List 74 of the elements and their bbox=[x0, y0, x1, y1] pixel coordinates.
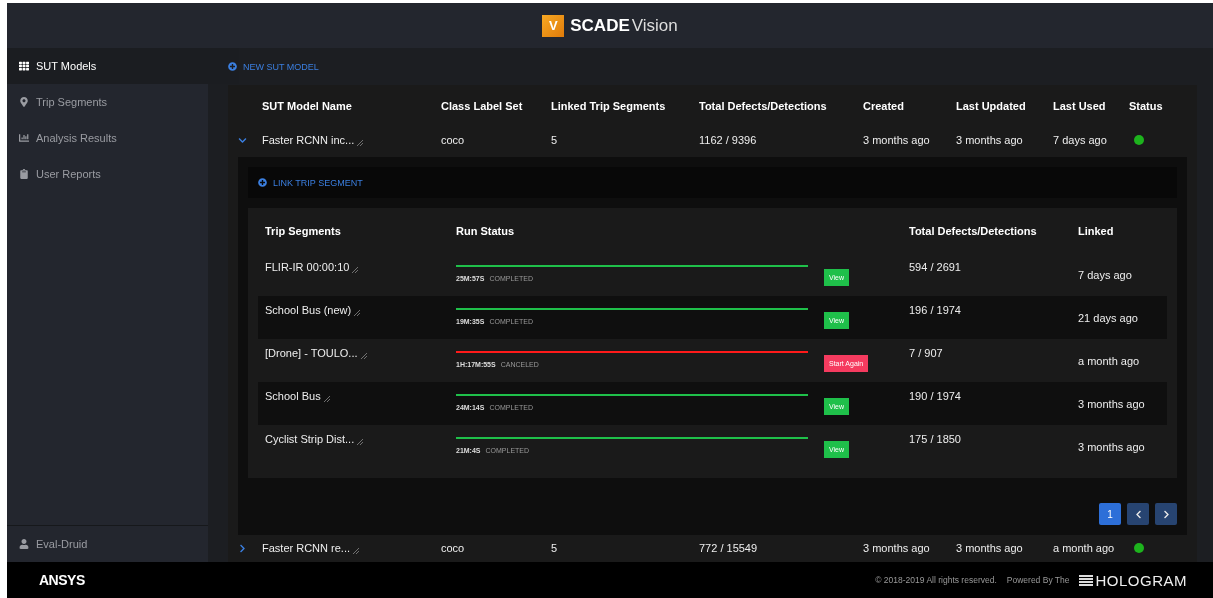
plus-icon bbox=[258, 178, 267, 187]
table-cell-text: 196 / 1974 bbox=[909, 303, 962, 318]
column-header: Linked Trip Segments bbox=[551, 100, 667, 112]
column-header: Total Defects/Detections bbox=[909, 224, 1038, 237]
table-cell-text: 7 / 907 bbox=[909, 346, 944, 361]
column-header: Last Updated bbox=[956, 100, 1027, 112]
column-header: Run Status bbox=[456, 224, 516, 237]
chevron-right-icon[interactable] bbox=[238, 543, 247, 553]
plus-icon bbox=[228, 62, 237, 71]
chevron-left-icon bbox=[1133, 509, 1143, 519]
table-cell-text: 3 months ago bbox=[956, 134, 1024, 146]
table-cell-text: 772 / 15549 bbox=[699, 542, 759, 554]
column-header: Trip Segments bbox=[265, 224, 342, 237]
resize-handle-icon bbox=[359, 352, 367, 359]
column-header: Class Label Set bbox=[441, 100, 524, 112]
table-cell-text: 7 days ago bbox=[1078, 268, 1133, 281]
chevron-right-icon bbox=[1161, 509, 1171, 519]
table-cell: School Bus bbox=[265, 382, 456, 425]
grid-icon bbox=[19, 61, 29, 71]
column-header: Created bbox=[863, 100, 905, 112]
table-cell: Cyclist Strip Dist... bbox=[265, 425, 456, 468]
column-header: Linked bbox=[1078, 224, 1115, 237]
table-cell: Faster RCNN re... bbox=[262, 542, 441, 554]
resize-handle-icon bbox=[352, 547, 359, 554]
column-header: SUT Model Name bbox=[262, 100, 353, 112]
resize-handle-icon bbox=[322, 395, 330, 402]
resize-handle-icon bbox=[351, 266, 359, 273]
logo-mark: V bbox=[542, 14, 565, 37]
brand-name: SCADE bbox=[570, 15, 630, 36]
table-cell-text: a month ago bbox=[1053, 542, 1116, 554]
table-cell-text: 3 months ago bbox=[1078, 397, 1146, 410]
resize-handle-icon bbox=[356, 139, 364, 146]
copyright-text: © 2018-2019 All rights reserved. bbox=[875, 575, 997, 585]
sidebar-item[interactable]: Trip Segments bbox=[7, 84, 208, 120]
user-icon bbox=[19, 539, 29, 549]
column-header: Last Used bbox=[1053, 100, 1107, 112]
column-header: Total Defects/Detections bbox=[699, 100, 828, 112]
hologram-logo: HOLOGRAM bbox=[1095, 571, 1187, 589]
sidebar-item[interactable]: User Reports bbox=[7, 156, 208, 192]
table-cell-text: 3 months ago bbox=[863, 542, 931, 554]
table-cell: [Drone] - TOULO... bbox=[265, 339, 456, 382]
table-cell-text: 5 bbox=[551, 134, 559, 146]
table-cell-text: 3 months ago bbox=[1078, 440, 1146, 453]
sidebar-item[interactable]: Analysis Results bbox=[7, 120, 208, 156]
table-cell: FLIR-IR 00:00:10 bbox=[265, 253, 456, 296]
table-cell-text: 1162 / 9396 bbox=[699, 134, 758, 146]
map-pin-icon bbox=[19, 97, 29, 107]
table-cell-text: a month ago bbox=[1078, 354, 1141, 367]
bar-chart-icon bbox=[19, 133, 29, 143]
table-cell-text: coco bbox=[441, 542, 466, 554]
table-cell-text: 3 months ago bbox=[863, 134, 931, 146]
brand-subtitle: Vision bbox=[631, 15, 678, 36]
column-header: Status bbox=[1129, 100, 1164, 112]
table-cell-text: 21 days ago bbox=[1078, 311, 1139, 324]
table-cell-text: 5 bbox=[551, 542, 559, 554]
resize-handle-icon bbox=[353, 309, 361, 316]
chevron-down-icon[interactable] bbox=[238, 135, 247, 145]
table-cell-text: 3 months ago bbox=[956, 542, 1024, 554]
previous-page-button[interactable] bbox=[1127, 503, 1149, 525]
table-cell-text: coco bbox=[441, 134, 466, 146]
clipboard-icon bbox=[19, 169, 29, 179]
table-cell: Faster RCNN inc... bbox=[262, 134, 441, 146]
link-segment-button[interactable]: LINK TRIP SEGMENT bbox=[258, 177, 363, 188]
table-cell-text: 175 / 1850 bbox=[909, 432, 962, 447]
table-cell-text: 594 / 2691 bbox=[909, 260, 962, 275]
stripes-icon bbox=[1079, 574, 1094, 586]
table-cell: School Bus (new) bbox=[265, 296, 456, 339]
table-cell-text: 190 / 1974 bbox=[909, 389, 962, 404]
company-logo: ANSYS bbox=[39, 572, 85, 588]
page-button[interactable]: 1 bbox=[1099, 503, 1121, 525]
table-cell-text: 7 days ago bbox=[1053, 134, 1108, 146]
next-page-button[interactable] bbox=[1155, 503, 1177, 525]
powered-by-text: Powered By The bbox=[1006, 575, 1070, 585]
resize-handle-icon bbox=[356, 438, 364, 445]
